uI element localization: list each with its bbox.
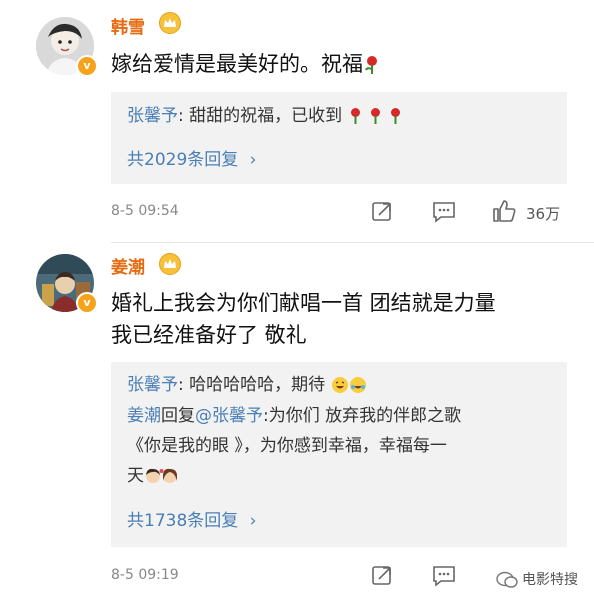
rose-icon xyxy=(391,108,401,124)
view-replies-link[interactable]: 共2029条回复 › xyxy=(127,145,256,170)
reply-text: :为你们 放弃我的伴郎之歌 xyxy=(263,406,462,426)
chevron-right-icon: › xyxy=(249,150,257,170)
comment-text-content: 嫁给爱情是最美好的。祝福 xyxy=(111,52,363,76)
view-replies-link[interactable]: 共1738条回复 › xyxy=(127,506,256,531)
rose-icon xyxy=(350,108,360,124)
reply-author[interactable]: 张馨予 xyxy=(127,375,178,395)
reply-text: 天 xyxy=(127,466,144,486)
reply-author[interactable]: 张馨予 xyxy=(127,106,178,126)
comment-text: 婚礼上我会为你们献唱一首 团结就是力量 我已经准备好了 敬礼 xyxy=(111,287,496,351)
reply-text: 《你是我的眼 》，为你感到幸福，幸福每一 xyxy=(127,436,447,456)
wechat-icon xyxy=(495,571,518,588)
view-replies-label: 共2029条回复 xyxy=(127,150,239,170)
timestamp: 8-5 09:54 xyxy=(111,203,179,219)
watermark-text: 电影特搜 xyxy=(522,572,578,588)
comment-item: v 姜潮 婚礼上我会为你们献唱一首 团结就是力量 我已经准备好了 敬礼 张馨予:… xyxy=(0,245,594,603)
username[interactable]: 姜潮 xyxy=(111,253,145,278)
reply-line: 《你是我的眼 》，为你感到幸福，幸福每一 xyxy=(127,433,447,460)
chevron-right-icon: › xyxy=(249,511,257,531)
reply-author[interactable]: 姜潮 xyxy=(127,406,161,426)
comment-item: v 韩雪 嫁给爱情是最美好的。祝福 张馨予: 甜甜的祝福，已收到 共2029条回… xyxy=(0,0,594,245)
comment-icon[interactable] xyxy=(432,201,456,223)
watermark: 电影特搜 xyxy=(495,569,578,589)
mention-link[interactable]: @张馨予 xyxy=(195,406,263,426)
reply-text: 甜甜的祝福，已收到 xyxy=(189,106,343,126)
rose-icon xyxy=(370,108,380,124)
reply-line: 张馨予: 哈哈哈哈哈，期待 xyxy=(127,372,367,399)
crown-icon xyxy=(159,253,181,275)
reply-line: 姜潮回复@张馨予:为你们 放弃我的伴郎之歌 xyxy=(127,403,461,430)
reply-text: 哈哈哈哈哈，期待 xyxy=(189,375,326,395)
divider xyxy=(111,242,594,243)
comment-text-line: 婚礼上我会为你们献唱一首 团结就是力量 xyxy=(111,291,496,315)
crown-icon xyxy=(159,12,181,34)
verified-badge-icon: v xyxy=(76,292,98,314)
comment-text-line: 我已经准备好了 敬礼 xyxy=(111,323,307,347)
reply-separator: : xyxy=(178,375,190,395)
reply-separator: : xyxy=(178,106,190,126)
comment-icon[interactable] xyxy=(432,565,456,587)
like-icon[interactable] xyxy=(492,199,517,223)
reply-box[interactable]: 张馨予: 哈哈哈哈哈，期待 姜潮回复@张馨予:为你们 放弃我的伴郎之歌 《你是我… xyxy=(111,362,567,547)
comment-text: 嫁给爱情是最美好的。祝福 xyxy=(111,48,381,80)
username[interactable]: 韩雪 xyxy=(111,13,145,38)
reply-line: 天 xyxy=(127,463,180,490)
like-count: 36万 xyxy=(526,205,561,223)
reply-box[interactable]: 张馨予: 甜甜的祝福，已收到 共2029条回复 › xyxy=(111,92,567,184)
verified-badge-icon: v xyxy=(76,55,98,77)
forward-icon[interactable] xyxy=(371,564,393,586)
view-replies-label: 共1738条回复 xyxy=(127,511,239,531)
laugh-emoji-icon xyxy=(331,377,348,393)
rose-icon xyxy=(365,56,377,74)
forward-icon[interactable] xyxy=(371,200,393,222)
reply-line: 张馨予: 甜甜的祝福，已收到 xyxy=(127,103,403,130)
timestamp: 8-5 09:19 xyxy=(111,567,179,583)
couple-emoji-icon xyxy=(146,468,177,483)
cry-laugh-emoji-icon xyxy=(349,377,366,393)
reply-verb: 回复 xyxy=(161,406,195,426)
